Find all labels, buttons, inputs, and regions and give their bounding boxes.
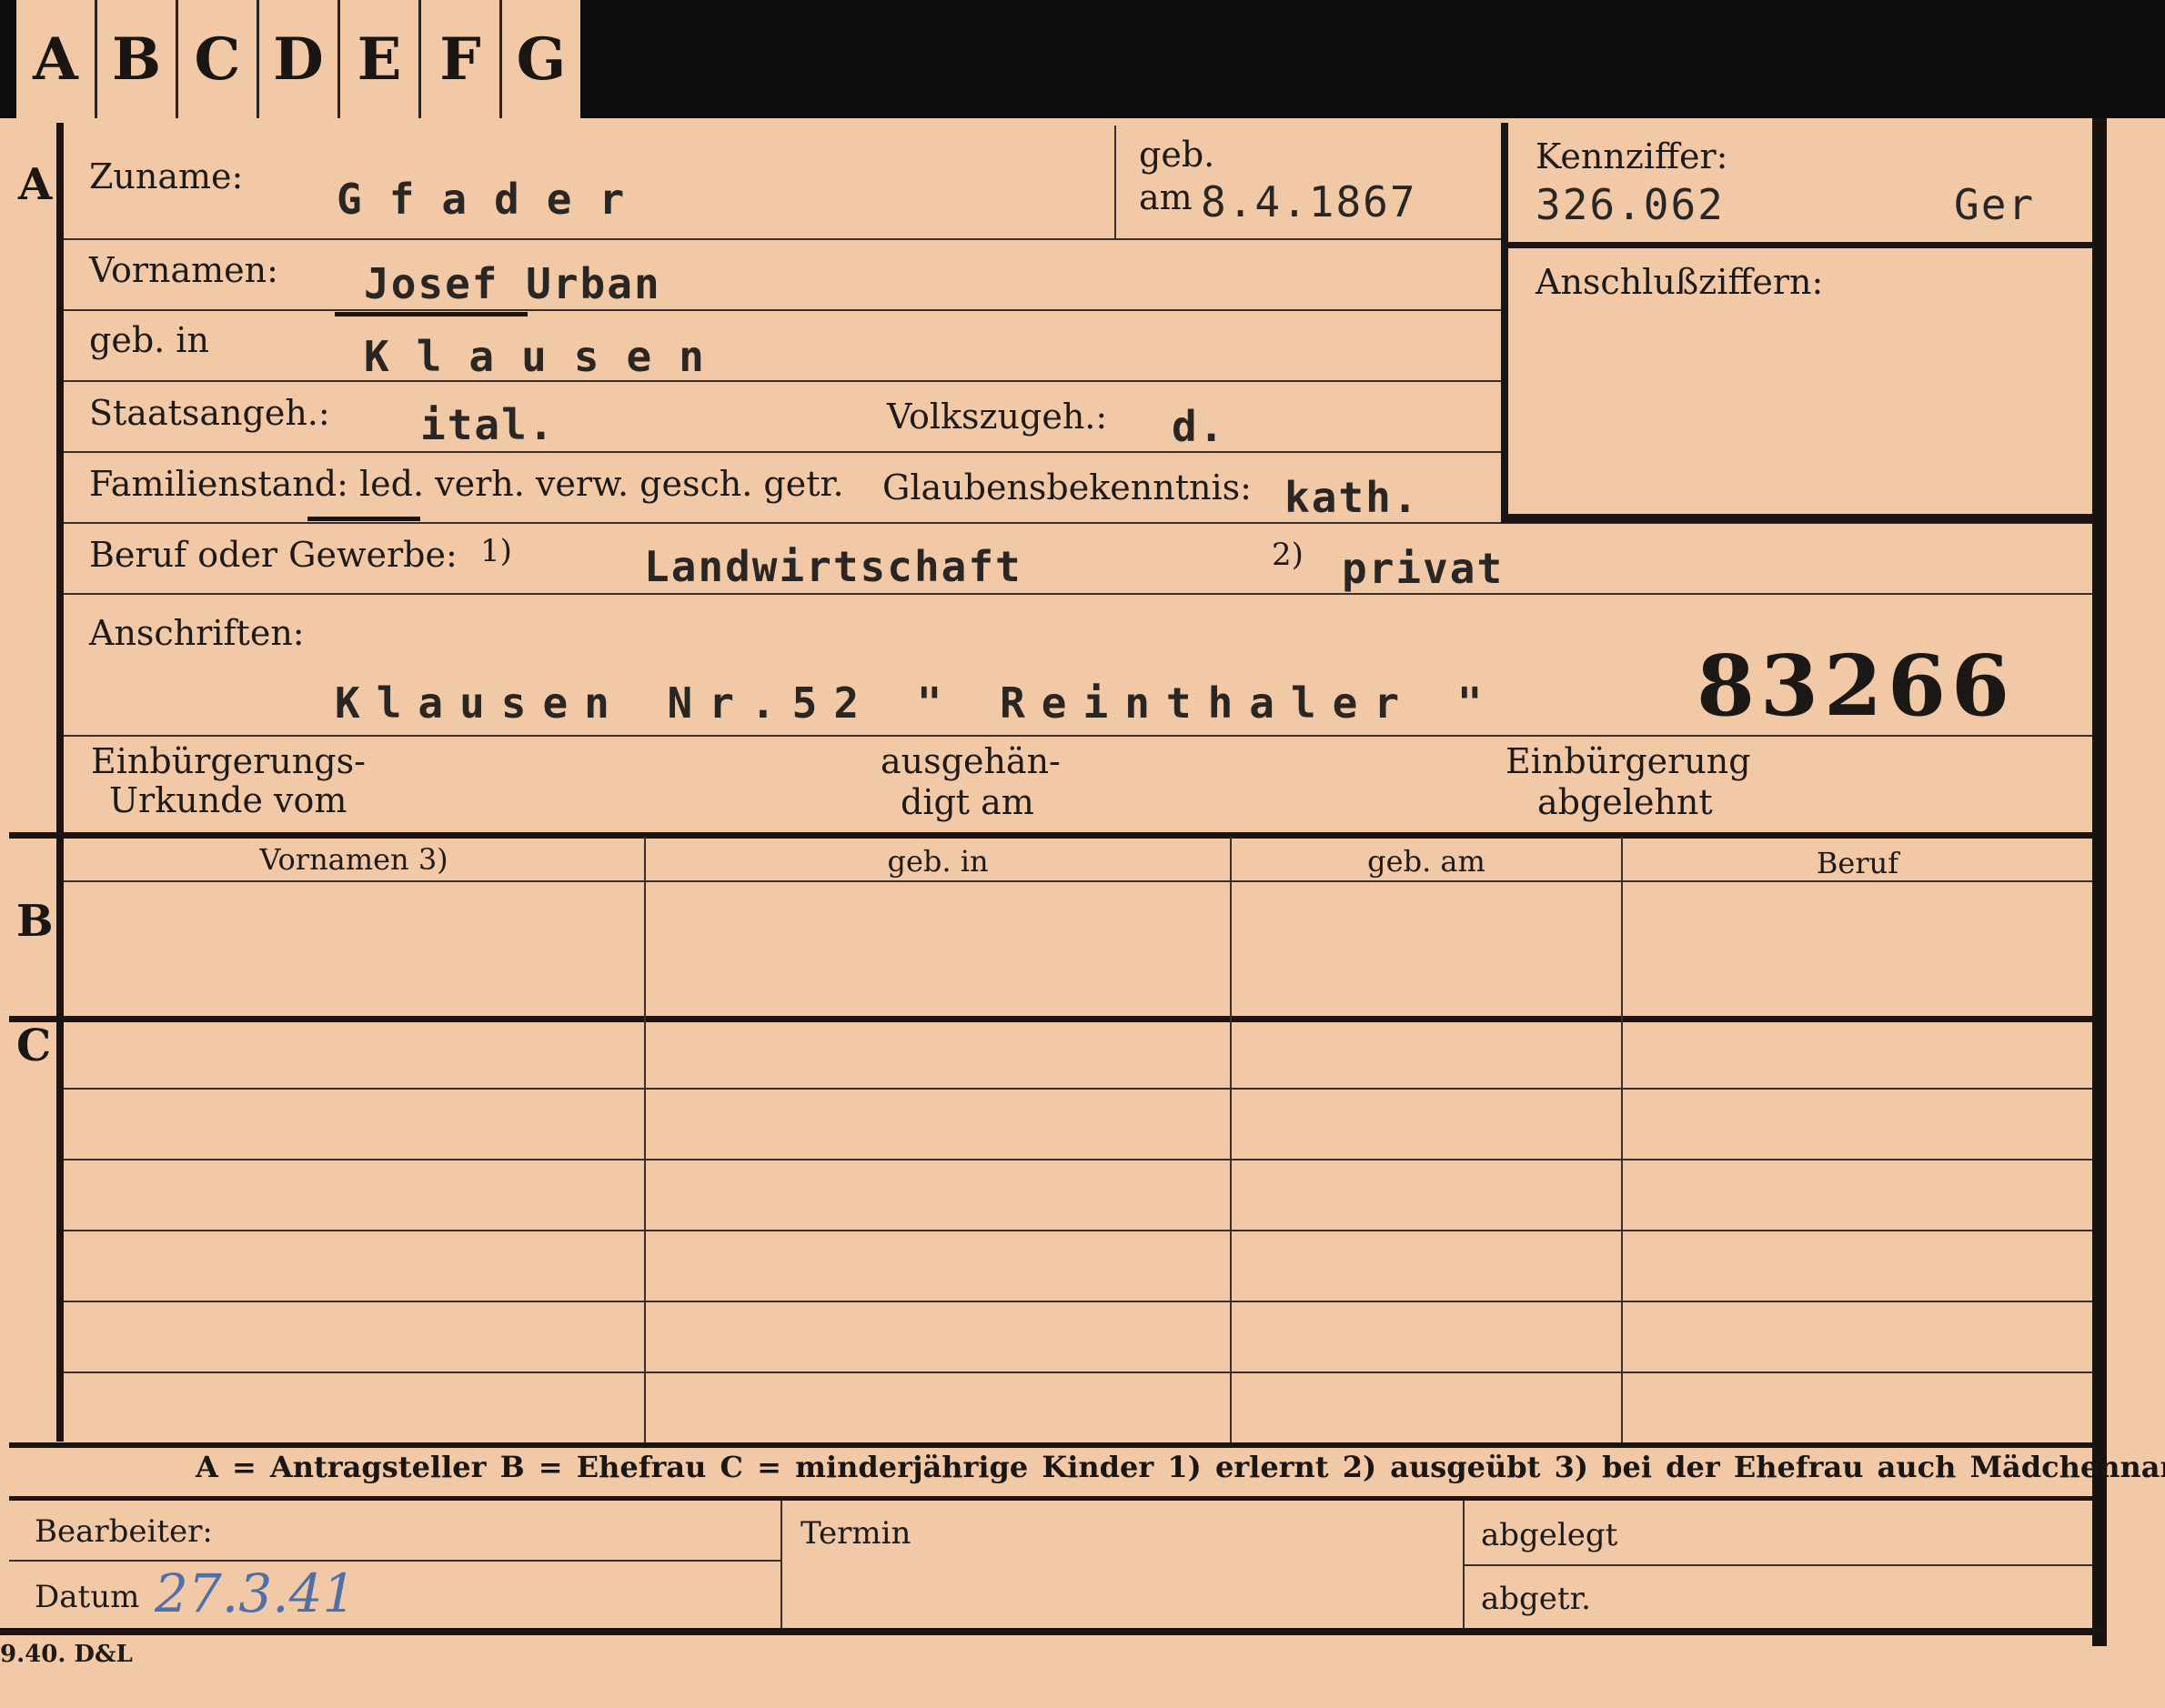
tab-g[interactable]: G <box>502 0 580 118</box>
familien-ledig-underline <box>307 517 420 521</box>
abgetr-label: abgetr. <box>1481 1581 1591 1617</box>
row-label-b: B <box>16 896 54 947</box>
rule <box>1463 1501 1465 1628</box>
section-b-bottom-rule <box>9 1016 2094 1022</box>
table-header-geb-in: geb. in <box>887 844 989 879</box>
kennziffer-suffix: Ger <box>1954 180 2036 229</box>
einb-urkunde-label-1: Einbürgerungs- <box>91 741 366 781</box>
rule <box>64 238 1501 240</box>
rule <box>644 837 646 1442</box>
rule <box>64 380 1501 382</box>
tab-c[interactable]: C <box>178 0 259 118</box>
rule <box>1463 1564 2092 1566</box>
glauben-label: Glaubensbekenntnis: <box>882 467 1252 507</box>
beruf-value-1: Landwirtschaft <box>644 542 1022 591</box>
abgelegt-label: abgelegt <box>1481 1517 1618 1553</box>
glauben-value: kath. <box>1284 473 1420 522</box>
stamp-number: 83266 <box>1697 637 2016 735</box>
beruf-value-2: privat <box>1342 544 1505 593</box>
ausgehaendigt-label-2: digt am <box>901 782 1034 822</box>
table-header-beruf: Beruf <box>1816 846 1899 880</box>
einb-urkunde-label-2: Urkunde vom <box>109 780 347 820</box>
row-label-c: C <box>16 1020 52 1071</box>
table-header-geb-am: geb. am <box>1367 844 1485 879</box>
legend: A = Antragsteller B = Ehefrau C = minder… <box>196 1450 2165 1484</box>
letter-tab-strip: A B C D E F G <box>16 0 580 118</box>
beruf-note-2: 2) <box>1272 537 1304 573</box>
kennziffer-value: 326.062 <box>1536 180 1725 229</box>
rule <box>64 1230 2092 1231</box>
volks-value: d. <box>1172 402 1226 451</box>
vornamen-label: Vornamen: <box>89 250 278 290</box>
anschriften-value: Klausen Nr.52 " Reinthaler " <box>335 678 1499 728</box>
rule <box>64 1159 2092 1160</box>
einb-abgelehnt-label-1: Einbürgerung <box>1505 741 1751 781</box>
anschriften-label: Anschriften: <box>89 613 305 653</box>
anschluss-label: Anschlußziffern: <box>1536 262 1824 302</box>
datum-value: 27.3.41 <box>155 1562 357 1624</box>
row-label-divider <box>56 123 64 1442</box>
legend-bottom-rule <box>9 1496 2094 1501</box>
rule <box>64 1371 2092 1373</box>
geb-label: geb. <box>1139 135 1215 175</box>
table-header-vornamen: Vornamen 3) <box>259 842 448 877</box>
datum-label: Datum <box>35 1579 140 1615</box>
rule <box>780 1501 782 1628</box>
rule <box>64 451 1501 453</box>
geb-am-value: 8.4.1867 <box>1201 177 1417 226</box>
zuname-label: Zuname: <box>89 156 244 196</box>
rule <box>1230 837 1232 1442</box>
staats-value: ital. <box>420 400 556 449</box>
row-label-a: A <box>18 159 53 210</box>
zuname-value: Gfader <box>337 175 652 224</box>
beruf-label: Beruf oder Gewerbe: <box>89 535 458 575</box>
geb-am-label: am <box>1139 177 1193 217</box>
rule <box>64 880 2092 882</box>
section-a-bottom-rule <box>9 832 2094 839</box>
tab-b[interactable]: B <box>97 0 178 118</box>
kennziffer-box-bottom <box>1501 514 2094 523</box>
printer-mark: 9.40. D&L <box>0 1641 133 1668</box>
kennziffer-box-divider <box>1501 242 2094 248</box>
tab-d[interactable]: D <box>259 0 340 118</box>
familien-label: Familienstand: led. verh. verw. gesch. g… <box>89 464 844 504</box>
kennziffer-label: Kennziffer: <box>1536 136 1728 176</box>
vornamen-value: Josef Urban <box>364 259 661 308</box>
section-c-bottom-rule <box>9 1442 2094 1448</box>
rule <box>64 593 2092 595</box>
volks-label: Volkszugeh.: <box>887 397 1108 437</box>
card-bottom-rule <box>0 1628 2107 1635</box>
tab-e[interactable]: E <box>340 0 421 118</box>
tab-a[interactable]: A <box>16 0 97 118</box>
card-right-edge <box>2092 118 2107 1646</box>
rule <box>1114 126 1116 238</box>
rule <box>64 309 1501 311</box>
kennziffer-box-left <box>1501 123 1508 523</box>
bearbeiter-label: Bearbeiter: <box>35 1513 213 1550</box>
rule <box>1621 837 1623 1442</box>
gebin-label: geb. in <box>89 320 209 360</box>
rule <box>64 1088 2092 1090</box>
vornamen-underline <box>335 312 528 316</box>
rule <box>64 735 2092 737</box>
staats-label: Staatsangeh.: <box>89 393 330 433</box>
termin-label: Termin <box>801 1515 911 1552</box>
tab-f[interactable]: F <box>421 0 502 118</box>
rule <box>64 1301 2092 1302</box>
einb-abgelehnt-label-2: abgelehnt <box>1537 782 1713 822</box>
ausgehaendigt-label-1: ausgehän- <box>881 741 1061 781</box>
beruf-note-1: 1) <box>480 533 512 569</box>
gebin-value: Klausen <box>364 332 731 381</box>
rule <box>9 1560 780 1562</box>
